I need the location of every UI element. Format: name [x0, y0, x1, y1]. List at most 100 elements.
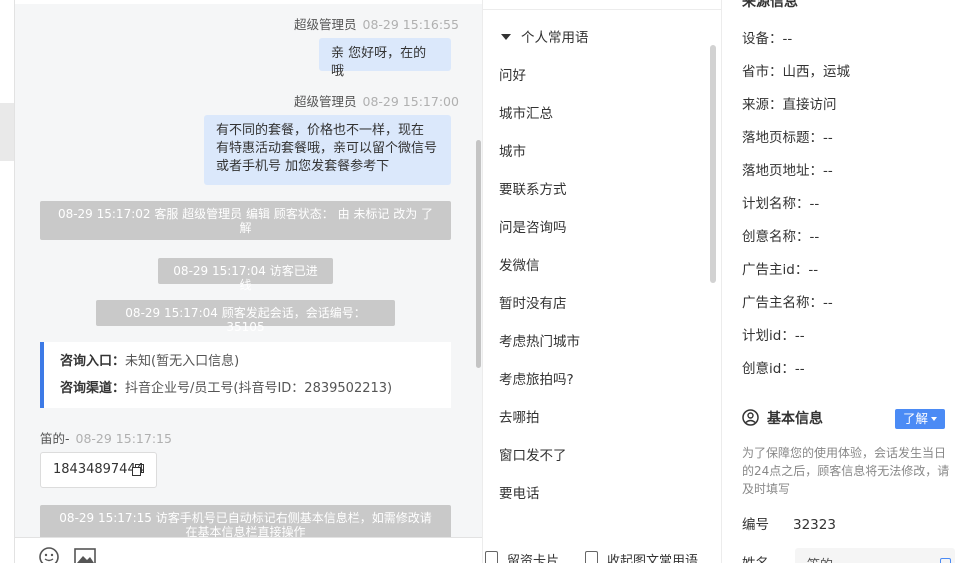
divider — [483, 9, 721, 10]
message-meta: 超级管理员 08-29 15:17:00 — [294, 91, 459, 110]
phrases-group-title: 个人常用语 — [521, 30, 589, 46]
message-line: 有特惠活动套餐哦，亲可以留个微信号 — [216, 141, 438, 156]
app-root: 超级管理员 08-29 15:16:55 亲 您好呀，在的哦 超级管理员 08-29… — [0, 0, 975, 563]
consult-entry-label: 咨询入口： — [60, 354, 126, 369]
chat-scrollbar[interactable] — [476, 140, 481, 368]
system-notice: 08-29 15:17:04 顾客发起会话，会话编号：35105 — [96, 300, 395, 334]
source-field: 计划id：-- — [742, 324, 805, 344]
edit-icon[interactable] — [940, 558, 951, 563]
agent-message-bubble: 有不同的套餐，价格也不一样，现在 有特惠活动套餐哦，亲可以留个微信号 或者手机号… — [204, 115, 451, 185]
customer-id-label: 编号 — [742, 517, 769, 533]
message-sender: 笛的- — [40, 431, 70, 446]
phrases-bottom-bar: 留资卡片 收起图文常用语 — [483, 546, 721, 563]
basic-info-title: 基本信息 — [767, 411, 823, 427]
customer-name-input[interactable]: 笛的- — [795, 548, 955, 563]
collapse-image-phrases-button[interactable]: 收起图文常用语 — [607, 550, 698, 563]
consult-entry-value: 未知(暂无入口信息) — [125, 354, 240, 369]
field-label: 广告主名称： — [742, 295, 823, 311]
phrase-item[interactable]: 要联系方式 — [499, 178, 567, 198]
phrases-scrollbar[interactable] — [710, 45, 716, 283]
field-value: -- — [809, 229, 820, 245]
message-time: 08-29 15:17:15 — [75, 431, 172, 446]
source-field: 创意id：-- — [742, 357, 805, 377]
system-notice-line: 08-29 15:17:02 客服 超级管理员 编辑 顾客状态： 由 未标记 改… — [57, 207, 434, 221]
field-label: 落地页标题： — [742, 130, 823, 146]
phrase-item[interactable]: 去哪拍 — [499, 406, 540, 426]
chat-pane: 超级管理员 08-29 15:16:55 亲 您好呀，在的哦 超级管理员 08-29… — [14, 0, 482, 563]
edit-deadline-notice: 为了保障您的使用体验，会话发生当日的24点之后，顾客信息将无法修改，请及时填写 — [742, 446, 950, 496]
lead-card-button[interactable]: 留资卡片 — [507, 550, 559, 563]
phrase-item[interactable]: 暂时没有店 — [499, 292, 567, 312]
source-field: 创意名称：-- — [742, 225, 819, 245]
field-label: 计划名称： — [742, 196, 810, 212]
message-time: 08-29 15:16:55 — [362, 17, 459, 32]
phrase-item[interactable]: 城市汇总 — [499, 102, 553, 122]
image-icon[interactable] — [74, 546, 96, 563]
field-label: 省市： — [742, 64, 783, 80]
dropdown-arrow-icon — [931, 417, 938, 421]
field-label: 广告主id： — [742, 262, 809, 278]
system-notice-line: 08-29 15:17:15 访客手机号已自动标记右侧基本信息栏，如需修改请 — [59, 511, 432, 525]
phrase-item[interactable]: 问好 — [499, 64, 526, 84]
smile-icon[interactable] — [38, 546, 60, 563]
system-notice-line: 08-29 15:17:04 访客已进线 — [173, 264, 318, 292]
phrase-item[interactable]: 发微信 — [499, 254, 540, 274]
field-value: -- — [823, 130, 833, 146]
source-field: 省市：山西，运城 — [742, 60, 850, 80]
message-sender: 超级管理员 — [294, 94, 357, 109]
field-label: 落地页地址： — [742, 163, 823, 179]
learn-more-label: 了解 — [903, 411, 929, 426]
field-value: -- — [794, 328, 805, 344]
system-notice: 08-29 15:17:02 客服 超级管理员 编辑 顾客状态： 由 未标记 改… — [40, 201, 451, 240]
source-field: 来源：直接访问 — [742, 93, 837, 113]
consult-channel-value: 抖音企业号/员工号(抖音号ID：2839502213) — [125, 381, 393, 396]
message-meta: 笛的- 08-29 15:17:15 — [40, 428, 172, 447]
phrases-group-header[interactable]: 个人常用语 — [501, 26, 589, 46]
learn-more-button[interactable]: 了解 — [895, 409, 945, 429]
message-sender: 超级管理员 — [294, 17, 357, 32]
phrase-item[interactable]: 考虑热门城市 — [499, 330, 580, 350]
collapse-icon — [585, 551, 598, 563]
message-text: 亲 您好呀，在的哦 — [331, 46, 427, 79]
customer-info-pane: 来源信息 设备：-- 省市：山西，运城 来源：直接访问 落地页标题：-- 落地页… — [722, 0, 975, 563]
common-phrases-pane: 个人常用语 问好 城市汇总 城市 要联系方式 问是咨询吗 发微信 暂时没有店 考… — [482, 0, 722, 563]
system-notice: 08-29 15:17:15 访客手机号已自动标记右侧基本信息栏，如需修改请 在… — [40, 505, 451, 539]
system-notice-line: 解 — [239, 221, 252, 235]
card-icon — [485, 551, 498, 563]
phrase-item[interactable]: 要电话 — [499, 482, 540, 502]
customer-id-value: 32323 — [793, 517, 836, 533]
consult-info-card: 咨询入口：未知(暂无入口信息) 咨询渠道：抖音企业号/员工号(抖音号ID：283… — [40, 342, 451, 408]
system-notice: 08-29 15:17:04 访客已进线 — [158, 258, 333, 292]
phrase-item[interactable]: 考虑旅拍吗? — [499, 368, 574, 388]
field-value: -- — [794, 361, 805, 377]
field-value: -- — [782, 31, 793, 47]
caret-down-icon — [501, 34, 511, 40]
field-value: 直接访问 — [782, 97, 837, 113]
consult-channel-label: 咨询渠道： — [60, 381, 126, 396]
phrase-item[interactable]: 城市 — [499, 140, 526, 160]
visitor-phone-bubble: 18434897444 — [40, 452, 157, 488]
source-field: 落地页标题：-- — [742, 126, 833, 146]
field-value: -- — [808, 262, 819, 278]
field-label: 创意名称： — [742, 229, 810, 245]
copy-icon[interactable] — [132, 464, 144, 476]
source-field: 广告主名称：-- — [742, 291, 833, 311]
field-label: 来源： — [742, 97, 783, 113]
left-nav-strip — [0, 0, 14, 563]
agent-message-bubble: 亲 您好呀，在的哦 — [319, 38, 451, 79]
field-value: -- — [809, 196, 820, 212]
phrase-item[interactable]: 问是咨询吗 — [499, 216, 567, 236]
source-field: 落地页地址：-- — [742, 159, 833, 179]
message-line: 或者手机号 加您发套餐参考下 — [216, 159, 390, 174]
field-label: 设备： — [742, 31, 783, 47]
source-info-title: 来源信息 — [742, 0, 798, 10]
source-field: 计划名称：-- — [742, 192, 819, 212]
customer-id-row: 编号 32323 — [742, 513, 836, 533]
phrase-item[interactable]: 窗口发不了 — [499, 444, 567, 464]
field-label: 计划id： — [742, 328, 795, 344]
field-value: -- — [823, 295, 833, 311]
field-value: 山西，运城 — [782, 64, 851, 80]
field-value: -- — [823, 163, 833, 179]
chat-input-toolbar — [15, 537, 482, 563]
left-nav-active-item[interactable] — [0, 103, 14, 161]
